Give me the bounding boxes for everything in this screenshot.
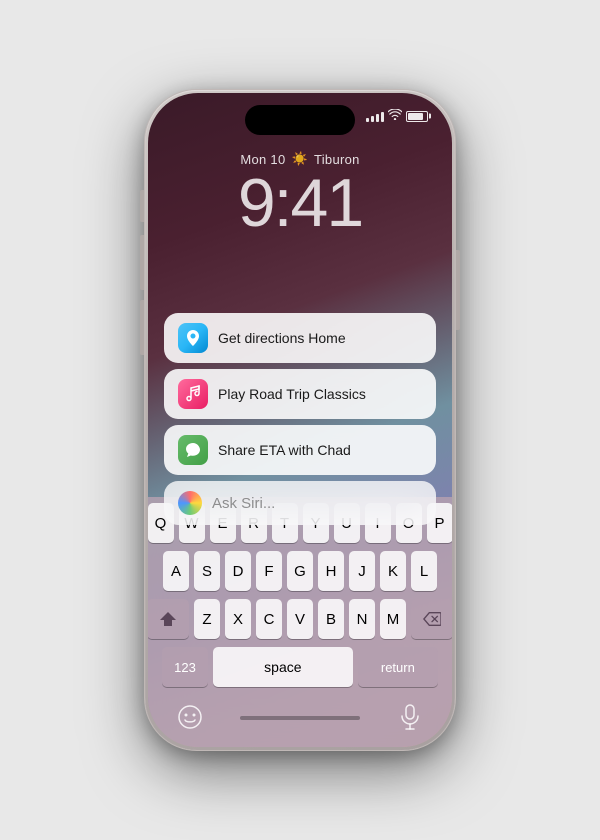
key-k[interactable]: K [380, 551, 406, 591]
siri-placeholder: Ask Siri... [212, 495, 275, 512]
status-right [366, 109, 428, 123]
keyboard-row-bottom: 123 space return [152, 647, 448, 687]
suggestion-directions[interactable]: Get directions Home [164, 313, 436, 363]
siri-logo [178, 491, 202, 515]
key-g[interactable]: G [287, 551, 313, 591]
messages-icon [178, 435, 208, 465]
key-l[interactable]: L [411, 551, 437, 591]
key-c[interactable]: C [256, 599, 282, 639]
volume-up-button[interactable] [140, 235, 144, 290]
key-delete[interactable] [411, 599, 452, 639]
siri-input-bar[interactable]: Ask Siri... [164, 481, 436, 525]
key-h[interactable]: H [318, 551, 344, 591]
keyboard-row-2: ASDFGHJKL [152, 551, 448, 591]
signal-bar-3 [376, 114, 379, 122]
suggestion-messages[interactable]: Share ETA with Chad [164, 425, 436, 475]
suggestion-music[interactable]: Play Road Trip Classics [164, 369, 436, 419]
key-f[interactable]: F [256, 551, 282, 591]
key-b[interactable]: B [318, 599, 344, 639]
key-a[interactable]: A [163, 551, 189, 591]
signal-bar-4 [381, 112, 384, 122]
keyboard: QWERTYUIOP ASDFGHJKL ZXCVBNM 123 space r… [148, 497, 452, 747]
key-n[interactable]: N [349, 599, 375, 639]
lock-screen-info: Mon 10 ☀️ Tiburon 9:41 [148, 151, 452, 237]
mic-icon[interactable] [392, 699, 428, 735]
key-return[interactable]: return [358, 647, 438, 687]
key-123[interactable]: 123 [162, 647, 208, 687]
siri-suggestions-area: Get directions Home Play Road Trip Class… [164, 313, 436, 525]
signal-bar-2 [371, 116, 374, 122]
key-z[interactable]: Z [194, 599, 220, 639]
music-icon [178, 379, 208, 409]
home-indicator[interactable] [240, 716, 360, 720]
emoji-icon[interactable] [172, 699, 208, 735]
suggestion-messages-text: Share ETA with Chad [218, 442, 351, 458]
phone-screen: Mon 10 ☀️ Tiburon 9:41 Get directions Ho… [148, 93, 452, 747]
volume-down-button[interactable] [140, 300, 144, 355]
keyboard-bottom-bar [152, 695, 448, 735]
key-j[interactable]: J [349, 551, 375, 591]
lock-time: 9:41 [148, 169, 452, 237]
keyboard-row-3: ZXCVBNM [152, 599, 448, 639]
key-s[interactable]: S [194, 551, 220, 591]
power-button[interactable] [456, 250, 460, 330]
key-space[interactable]: space [213, 647, 353, 687]
suggestion-music-text: Play Road Trip Classics [218, 386, 366, 402]
phone-frame: Mon 10 ☀️ Tiburon 9:41 Get directions Ho… [145, 90, 455, 750]
suggestion-directions-text: Get directions Home [218, 330, 346, 346]
signal-icon [366, 110, 384, 122]
maps-icon [178, 323, 208, 353]
mute-button[interactable] [140, 190, 144, 222]
signal-bar-1 [366, 118, 369, 122]
key-d[interactable]: D [225, 551, 251, 591]
battery-icon [406, 111, 428, 122]
key-v[interactable]: V [287, 599, 313, 639]
key-m[interactable]: M [380, 599, 406, 639]
dynamic-island [245, 105, 355, 135]
key-shift[interactable] [148, 599, 189, 639]
wifi-icon [388, 109, 402, 123]
key-x[interactable]: X [225, 599, 251, 639]
